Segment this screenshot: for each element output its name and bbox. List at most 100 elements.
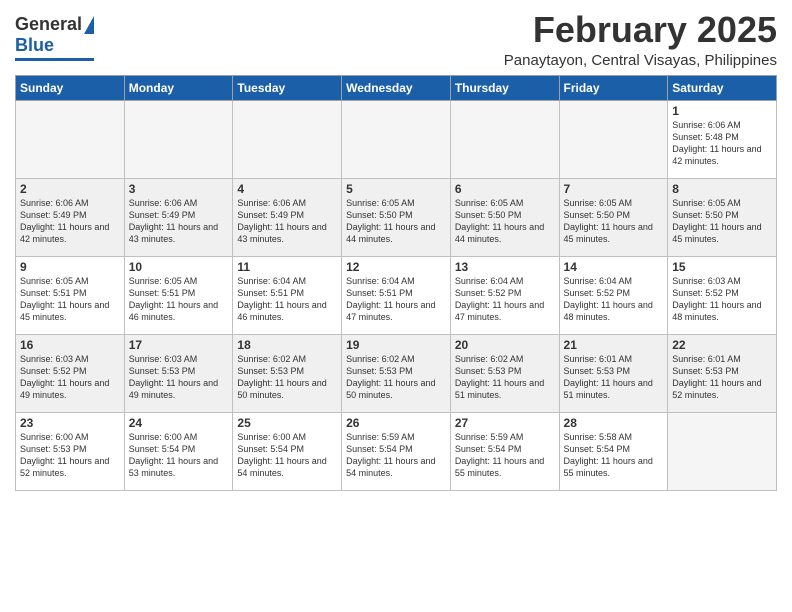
calendar-cell	[233, 100, 342, 178]
calendar-cell: 8Sunrise: 6:05 AM Sunset: 5:50 PM Daylig…	[668, 178, 777, 256]
day-info: Sunrise: 6:00 AM Sunset: 5:54 PM Dayligh…	[237, 431, 337, 480]
calendar-cell: 21Sunrise: 6:01 AM Sunset: 5:53 PM Dayli…	[559, 334, 668, 412]
day-number: 3	[129, 182, 229, 196]
calendar-cell: 5Sunrise: 6:05 AM Sunset: 5:50 PM Daylig…	[342, 178, 451, 256]
day-info: Sunrise: 6:02 AM Sunset: 5:53 PM Dayligh…	[455, 353, 555, 402]
day-number: 17	[129, 338, 229, 352]
calendar-week-row: 16Sunrise: 6:03 AM Sunset: 5:52 PM Dayli…	[16, 334, 777, 412]
calendar-week-row: 23Sunrise: 6:00 AM Sunset: 5:53 PM Dayli…	[16, 412, 777, 490]
day-info: Sunrise: 6:03 AM Sunset: 5:52 PM Dayligh…	[672, 275, 772, 324]
day-info: Sunrise: 6:04 AM Sunset: 5:51 PM Dayligh…	[346, 275, 446, 324]
day-info: Sunrise: 6:05 AM Sunset: 5:50 PM Dayligh…	[455, 197, 555, 246]
day-number: 2	[20, 182, 120, 196]
day-info: Sunrise: 6:01 AM Sunset: 5:53 PM Dayligh…	[672, 353, 772, 402]
calendar-cell	[450, 100, 559, 178]
calendar-cell: 14Sunrise: 6:04 AM Sunset: 5:52 PM Dayli…	[559, 256, 668, 334]
calendar-cell: 15Sunrise: 6:03 AM Sunset: 5:52 PM Dayli…	[668, 256, 777, 334]
calendar-cell: 1Sunrise: 6:06 AM Sunset: 5:48 PM Daylig…	[668, 100, 777, 178]
weekday-header-sunday: Sunday	[16, 75, 125, 100]
calendar-cell: 25Sunrise: 6:00 AM Sunset: 5:54 PM Dayli…	[233, 412, 342, 490]
calendar-cell: 18Sunrise: 6:02 AM Sunset: 5:53 PM Dayli…	[233, 334, 342, 412]
day-number: 5	[346, 182, 446, 196]
calendar-cell: 13Sunrise: 6:04 AM Sunset: 5:52 PM Dayli…	[450, 256, 559, 334]
day-info: Sunrise: 6:05 AM Sunset: 5:50 PM Dayligh…	[564, 197, 664, 246]
day-number: 14	[564, 260, 664, 274]
header: General Blue February 2025 Panaytayon, C…	[15, 10, 777, 69]
calendar-table: SundayMondayTuesdayWednesdayThursdayFrid…	[15, 75, 777, 491]
day-number: 4	[237, 182, 337, 196]
calendar-week-row: 1Sunrise: 6:06 AM Sunset: 5:48 PM Daylig…	[16, 100, 777, 178]
weekday-header-tuesday: Tuesday	[233, 75, 342, 100]
day-number: 1	[672, 104, 772, 118]
day-info: Sunrise: 6:03 AM Sunset: 5:53 PM Dayligh…	[129, 353, 229, 402]
calendar-cell: 10Sunrise: 6:05 AM Sunset: 5:51 PM Dayli…	[124, 256, 233, 334]
calendar-cell: 11Sunrise: 6:04 AM Sunset: 5:51 PM Dayli…	[233, 256, 342, 334]
calendar-cell: 17Sunrise: 6:03 AM Sunset: 5:53 PM Dayli…	[124, 334, 233, 412]
day-number: 25	[237, 416, 337, 430]
logo-triangle-icon	[84, 16, 94, 34]
calendar-cell: 2Sunrise: 6:06 AM Sunset: 5:49 PM Daylig…	[16, 178, 125, 256]
day-info: Sunrise: 6:05 AM Sunset: 5:50 PM Dayligh…	[346, 197, 446, 246]
day-number: 28	[564, 416, 664, 430]
logo: General Blue	[15, 14, 94, 61]
day-info: Sunrise: 6:02 AM Sunset: 5:53 PM Dayligh…	[237, 353, 337, 402]
calendar-cell	[124, 100, 233, 178]
location-title: Panaytayon, Central Visayas, Philippines	[504, 52, 777, 69]
calendar-cell: 26Sunrise: 5:59 AM Sunset: 5:54 PM Dayli…	[342, 412, 451, 490]
day-number: 8	[672, 182, 772, 196]
calendar-cell: 22Sunrise: 6:01 AM Sunset: 5:53 PM Dayli…	[668, 334, 777, 412]
calendar-cell	[16, 100, 125, 178]
day-number: 7	[564, 182, 664, 196]
page: General Blue February 2025 Panaytayon, C…	[0, 0, 792, 501]
day-info: Sunrise: 6:06 AM Sunset: 5:49 PM Dayligh…	[129, 197, 229, 246]
day-number: 23	[20, 416, 120, 430]
day-info: Sunrise: 6:04 AM Sunset: 5:51 PM Dayligh…	[237, 275, 337, 324]
weekday-header-wednesday: Wednesday	[342, 75, 451, 100]
calendar-cell: 6Sunrise: 6:05 AM Sunset: 5:50 PM Daylig…	[450, 178, 559, 256]
calendar-cell: 7Sunrise: 6:05 AM Sunset: 5:50 PM Daylig…	[559, 178, 668, 256]
weekday-header-thursday: Thursday	[450, 75, 559, 100]
day-info: Sunrise: 6:06 AM Sunset: 5:48 PM Dayligh…	[672, 119, 772, 168]
logo-general-text: General	[15, 14, 82, 35]
day-number: 9	[20, 260, 120, 274]
calendar-cell: 4Sunrise: 6:06 AM Sunset: 5:49 PM Daylig…	[233, 178, 342, 256]
weekday-header-saturday: Saturday	[668, 75, 777, 100]
day-info: Sunrise: 5:58 AM Sunset: 5:54 PM Dayligh…	[564, 431, 664, 480]
logo-blue-text: Blue	[15, 35, 54, 56]
day-number: 22	[672, 338, 772, 352]
day-number: 19	[346, 338, 446, 352]
weekday-header-friday: Friday	[559, 75, 668, 100]
day-info: Sunrise: 6:02 AM Sunset: 5:53 PM Dayligh…	[346, 353, 446, 402]
day-info: Sunrise: 6:06 AM Sunset: 5:49 PM Dayligh…	[237, 197, 337, 246]
calendar-cell: 24Sunrise: 6:00 AM Sunset: 5:54 PM Dayli…	[124, 412, 233, 490]
day-number: 10	[129, 260, 229, 274]
day-info: Sunrise: 5:59 AM Sunset: 5:54 PM Dayligh…	[455, 431, 555, 480]
calendar-cell: 3Sunrise: 6:06 AM Sunset: 5:49 PM Daylig…	[124, 178, 233, 256]
day-number: 21	[564, 338, 664, 352]
day-info: Sunrise: 6:06 AM Sunset: 5:49 PM Dayligh…	[20, 197, 120, 246]
month-title: February 2025	[504, 10, 777, 50]
calendar-cell: 12Sunrise: 6:04 AM Sunset: 5:51 PM Dayli…	[342, 256, 451, 334]
calendar-cell: 16Sunrise: 6:03 AM Sunset: 5:52 PM Dayli…	[16, 334, 125, 412]
calendar-cell: 28Sunrise: 5:58 AM Sunset: 5:54 PM Dayli…	[559, 412, 668, 490]
calendar-cell	[668, 412, 777, 490]
day-number: 18	[237, 338, 337, 352]
calendar-cell: 23Sunrise: 6:00 AM Sunset: 5:53 PM Dayli…	[16, 412, 125, 490]
day-number: 13	[455, 260, 555, 274]
day-number: 24	[129, 416, 229, 430]
day-number: 26	[346, 416, 446, 430]
day-info: Sunrise: 6:00 AM Sunset: 5:53 PM Dayligh…	[20, 431, 120, 480]
day-number: 20	[455, 338, 555, 352]
day-number: 11	[237, 260, 337, 274]
calendar-week-row: 9 Sunrise: 6:05 AM Sunset: 5:51 PM Daylig…	[16, 256, 777, 334]
day-info: Sunrise: 6:04 AM Sunset: 5:52 PM Dayligh…	[455, 275, 555, 324]
calendar-cell: 20Sunrise: 6:02 AM Sunset: 5:53 PM Dayli…	[450, 334, 559, 412]
day-info: Sunrise: 5:59 AM Sunset: 5:54 PM Dayligh…	[346, 431, 446, 480]
day-info: Sunrise: 6:05 AM Sunset: 5:51 PM Dayligh…	[129, 275, 229, 324]
day-number: 15	[672, 260, 772, 274]
calendar-header-row: SundayMondayTuesdayWednesdayThursdayFrid…	[16, 75, 777, 100]
title-block: February 2025 Panaytayon, Central Visaya…	[504, 10, 777, 69]
calendar-cell: 19Sunrise: 6:02 AM Sunset: 5:53 PM Dayli…	[342, 334, 451, 412]
logo-underline	[15, 58, 94, 61]
calendar-cell	[342, 100, 451, 178]
